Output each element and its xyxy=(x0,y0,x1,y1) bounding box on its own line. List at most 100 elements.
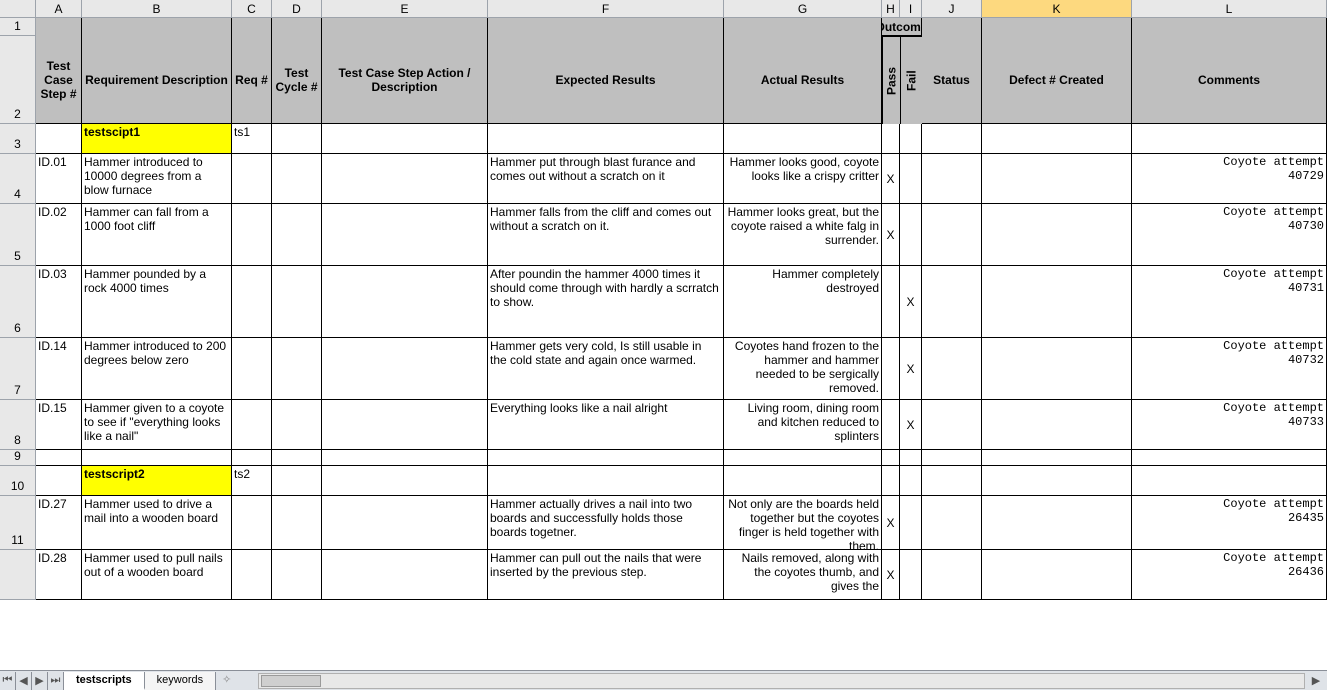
cell-5-J[interactable] xyxy=(922,204,982,266)
cell-5-K[interactable] xyxy=(982,204,1132,266)
cell-11-L[interactable]: Coyote attempt26435 xyxy=(1132,496,1327,550)
cell-7-C[interactable] xyxy=(232,338,272,400)
cell-4-D[interactable] xyxy=(272,154,322,204)
cell-6-G[interactable]: Hammer completely destroyed xyxy=(724,266,882,338)
row-header-9[interactable]: 9 xyxy=(0,450,36,466)
cell-4-A[interactable]: ID.01 xyxy=(36,154,82,204)
cell-6-L[interactable]: Coyote attempt40731 xyxy=(1132,266,1327,338)
cell-7-F[interactable]: Hammer gets very cold, Is still usable i… xyxy=(488,338,724,400)
cell-9-G[interactable] xyxy=(724,450,882,466)
cell-10-G[interactable] xyxy=(724,466,882,496)
col-header-K[interactable]: K xyxy=(982,0,1132,18)
cell-12-I[interactable] xyxy=(900,550,922,600)
cell-11-C[interactable] xyxy=(232,496,272,550)
cell-7-G[interactable]: Coyotes hand frozen to the hammer and ha… xyxy=(724,338,882,400)
row-header-6[interactable]: 6 xyxy=(0,266,36,338)
scroll-right-button[interactable]: ▶ xyxy=(1305,674,1327,687)
cell-8-J[interactable] xyxy=(922,400,982,450)
cell-10-H[interactable] xyxy=(882,466,900,496)
cell-9-C[interactable] xyxy=(232,450,272,466)
cell-10-C[interactable]: ts2 xyxy=(232,466,272,496)
cell-3-B[interactable]: testscipt1 xyxy=(82,124,232,154)
row-header-11[interactable]: 11 xyxy=(0,496,36,550)
tab-nav-prev[interactable]: ◀ xyxy=(16,672,32,690)
cell-9-B[interactable] xyxy=(82,450,232,466)
cell-4-G[interactable]: Hammer looks good, coyote looks like a c… xyxy=(724,154,882,204)
row-header-10[interactable]: 10 xyxy=(0,466,36,496)
cell-9-D[interactable] xyxy=(272,450,322,466)
cell-4-K[interactable] xyxy=(982,154,1132,204)
cell-12-A[interactable]: ID.28 xyxy=(36,550,82,600)
sheet-tab-keywords[interactable]: keywords xyxy=(145,672,216,690)
cell-6-I[interactable]: X xyxy=(900,266,922,338)
cell-9-K[interactable] xyxy=(982,450,1132,466)
cell-8-F[interactable]: Everything looks like a nail alright xyxy=(488,400,724,450)
cell-6-J[interactable] xyxy=(922,266,982,338)
cell-7-E[interactable] xyxy=(322,338,488,400)
cell-12-L[interactable]: Coyote attempt26436 xyxy=(1132,550,1327,600)
cell-10-B[interactable]: testscript2 xyxy=(82,466,232,496)
cell-11-A[interactable]: ID.27 xyxy=(36,496,82,550)
col-header-I[interactable]: I xyxy=(900,0,922,18)
cell-5-E[interactable] xyxy=(322,204,488,266)
cell-12-E[interactable] xyxy=(322,550,488,600)
row-header-8[interactable]: 8 xyxy=(0,400,36,450)
col-header-G[interactable]: G xyxy=(724,0,882,18)
row-header-3[interactable]: 3 xyxy=(0,124,36,154)
cell-11-E[interactable] xyxy=(322,496,488,550)
cell-6-A[interactable]: ID.03 xyxy=(36,266,82,338)
cell-10-D[interactable] xyxy=(272,466,322,496)
cell-11-D[interactable] xyxy=(272,496,322,550)
cell-8-G[interactable]: Living room, dining room and kitchen red… xyxy=(724,400,882,450)
cell-5-F[interactable]: Hammer falls from the cliff and comes ou… xyxy=(488,204,724,266)
cell-4-C[interactable] xyxy=(232,154,272,204)
cell-3-E[interactable] xyxy=(322,124,488,154)
cell-3-G[interactable] xyxy=(724,124,882,154)
cell-8-E[interactable] xyxy=(322,400,488,450)
cell-12-H[interactable]: X xyxy=(882,550,900,600)
cell-8-K[interactable] xyxy=(982,400,1132,450)
cell-9-L[interactable] xyxy=(1132,450,1327,466)
cell-11-I[interactable] xyxy=(900,496,922,550)
cell-5-C[interactable] xyxy=(232,204,272,266)
cell-4-I[interactable] xyxy=(900,154,922,204)
cell-12-D[interactable] xyxy=(272,550,322,600)
cell-8-L[interactable]: Coyote attempt40733 xyxy=(1132,400,1327,450)
cell-7-B[interactable]: Hammer introduced to 200 degrees below z… xyxy=(82,338,232,400)
cell-9-J[interactable] xyxy=(922,450,982,466)
cell-4-L[interactable]: Coyote attempt40729 xyxy=(1132,154,1327,204)
horizontal-scroll-thumb[interactable] xyxy=(261,675,321,687)
col-header-A[interactable]: A xyxy=(36,0,82,18)
cell-5-D[interactable] xyxy=(272,204,322,266)
cell-7-A[interactable]: ID.14 xyxy=(36,338,82,400)
cell-3-F[interactable] xyxy=(488,124,724,154)
cell-5-H[interactable]: X xyxy=(882,204,900,266)
cell-11-H[interactable]: X xyxy=(882,496,900,550)
cell-6-D[interactable] xyxy=(272,266,322,338)
row-header-4[interactable]: 4 xyxy=(0,154,36,204)
cell-6-C[interactable] xyxy=(232,266,272,338)
cell-3-L[interactable] xyxy=(1132,124,1327,154)
row-header-7[interactable]: 7 xyxy=(0,338,36,400)
cell-3-K[interactable] xyxy=(982,124,1132,154)
cell-4-B[interactable]: Hammer introduced to 10000 degrees from … xyxy=(82,154,232,204)
cell-8-A[interactable]: ID.15 xyxy=(36,400,82,450)
cell-8-B[interactable]: Hammer given to a coyote to see if "ever… xyxy=(82,400,232,450)
cell-10-I[interactable] xyxy=(900,466,922,496)
cell-7-K[interactable] xyxy=(982,338,1132,400)
cell-10-K[interactable] xyxy=(982,466,1132,496)
cell-10-L[interactable] xyxy=(1132,466,1327,496)
cell-9-A[interactable] xyxy=(36,450,82,466)
cell-6-E[interactable] xyxy=(322,266,488,338)
cell-3-J[interactable] xyxy=(922,124,982,154)
cell-5-L[interactable]: Coyote attempt40730 xyxy=(1132,204,1327,266)
cell-6-F[interactable]: After poundin the hammer 4000 times it s… xyxy=(488,266,724,338)
cell-10-J[interactable] xyxy=(922,466,982,496)
cell-11-J[interactable] xyxy=(922,496,982,550)
tab-nav-next[interactable]: ▶ xyxy=(32,672,48,690)
cell-7-J[interactable] xyxy=(922,338,982,400)
cell-5-A[interactable]: ID.02 xyxy=(36,204,82,266)
col-header-J[interactable]: J xyxy=(922,0,982,18)
cell-5-B[interactable]: Hammer can fall from a 1000 foot cliff xyxy=(82,204,232,266)
cell-4-F[interactable]: Hammer put through blast furance and com… xyxy=(488,154,724,204)
